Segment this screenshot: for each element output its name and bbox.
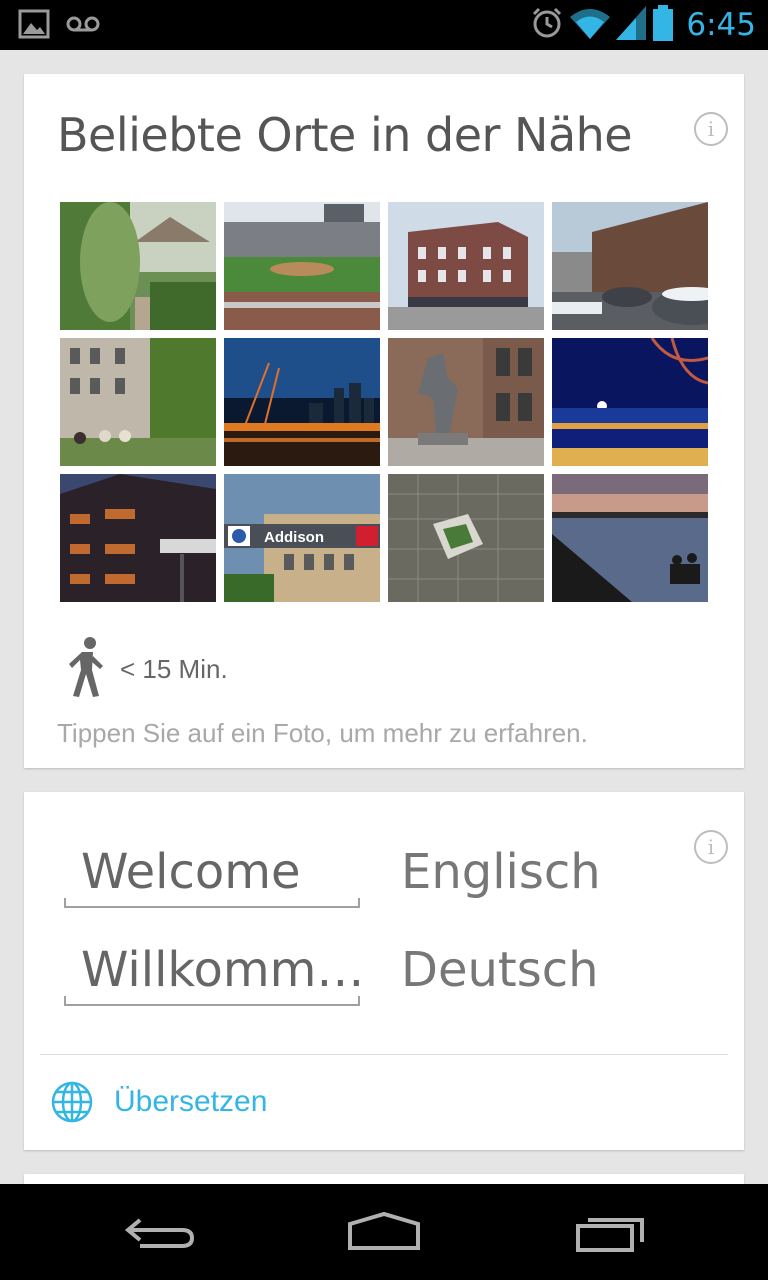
- photo-addison-station[interactable]: Addison: [224, 474, 380, 602]
- alarm-icon: [530, 6, 564, 45]
- photo-baseball-stadium[interactable]: [224, 202, 380, 330]
- station-sign: Addison: [264, 529, 324, 546]
- wifi-icon: [570, 7, 611, 44]
- picture-icon: [18, 8, 50, 45]
- card-title: Beliebte Orte in der Nähe: [57, 108, 633, 162]
- source-language[interactable]: Englisch: [401, 844, 601, 900]
- translate-card: i Welcome Englisch Willkomm… Deutsch Übe…: [24, 792, 744, 1150]
- battery-icon: [652, 4, 674, 46]
- photo-harbor-night[interactable]: [224, 338, 380, 466]
- status-bar: 6:45: [0, 0, 768, 50]
- photo-brick-corner-building[interactable]: [388, 202, 544, 330]
- navigation-bar: [0, 1184, 768, 1280]
- photo-snowy-street[interactable]: [552, 202, 708, 330]
- walking-icon: [69, 637, 103, 697]
- source-text-field[interactable]: Welcome: [64, 832, 360, 908]
- photo-modern-building-dusk[interactable]: [60, 474, 216, 602]
- photo-greystone-street[interactable]: [60, 338, 216, 466]
- target-language[interactable]: Deutsch: [401, 942, 599, 998]
- target-text-field[interactable]: Willkomm…: [64, 930, 364, 1006]
- voicemail-icon: [66, 14, 100, 39]
- clock: 6:45: [686, 7, 756, 43]
- photo-aerial-stadium[interactable]: [388, 474, 544, 602]
- translate-button[interactable]: Übersetzen: [50, 1080, 267, 1124]
- photo-statue[interactable]: [388, 338, 544, 466]
- tap-hint: Tippen Sie auf ein Foto, um mehr zu erfa…: [57, 718, 588, 748]
- globe-icon: [51, 1081, 93, 1123]
- info-icon[interactable]: i: [694, 830, 728, 864]
- walk-time: < 15 Min.: [120, 654, 228, 684]
- photo-lake-moonlight[interactable]: [552, 338, 708, 466]
- translate-label: Übersetzen: [114, 1085, 268, 1118]
- target-text: Willkomm…: [81, 942, 365, 998]
- source-text: Welcome: [81, 844, 301, 900]
- nearby-places-card: Beliebte Orte in der Nähe i Addison < 15…: [24, 74, 744, 768]
- recent-apps-icon[interactable]: [570, 1208, 650, 1256]
- home-icon[interactable]: [344, 1208, 424, 1256]
- photo-lakefront-sunset[interactable]: [552, 474, 708, 602]
- divider: [40, 1054, 728, 1055]
- back-icon[interactable]: [120, 1208, 200, 1256]
- photo-ivy-garden[interactable]: [60, 202, 216, 330]
- photo-grid: Addison: [60, 202, 708, 602]
- signal-icon: [616, 5, 647, 45]
- info-icon[interactable]: i: [694, 112, 728, 146]
